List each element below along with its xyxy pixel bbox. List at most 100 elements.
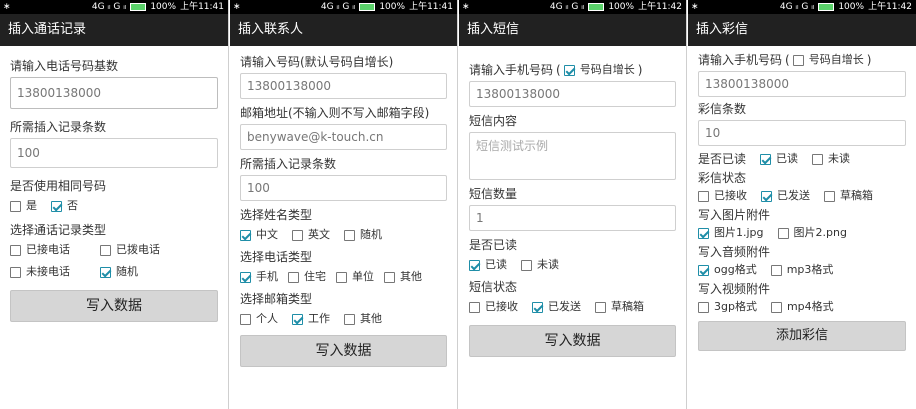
same-yes-checkbox[interactable]: 是 — [10, 198, 37, 214]
name-en-checkbox[interactable]: 英文 — [292, 227, 330, 243]
write-data-button[interactable]: 写入数据 — [469, 325, 676, 357]
checkbox-label: 已拨电话 — [116, 243, 160, 256]
email-input[interactable]: benywave@k-touch.cn — [240, 124, 447, 150]
count-input[interactable]: 100 — [240, 175, 447, 201]
state-received-checkbox[interactable]: 已接收 — [698, 188, 747, 204]
checkbox-icon — [521, 259, 532, 271]
name-random-checkbox[interactable]: 随机 — [344, 227, 382, 243]
checkbox-icon — [698, 190, 709, 202]
checkbox-label: 随机 — [360, 228, 382, 241]
signal-icon: 4G ᵢₗ G ᵢₗ — [779, 2, 815, 12]
checkbox-icon — [100, 244, 111, 256]
paren-close: ) — [637, 63, 643, 77]
type-missed-checkbox[interactable]: 未接电话 — [10, 264, 86, 280]
checkbox-checked-icon — [51, 200, 62, 212]
email-work-checkbox[interactable]: 工作 — [292, 311, 330, 327]
phone-input[interactable]: 13800138000 — [240, 73, 447, 99]
state-received-checkbox[interactable]: 已接收 — [469, 299, 518, 315]
video-mp4-checkbox[interactable]: mp4格式 — [770, 299, 834, 315]
audio-ogg-checkbox[interactable]: ogg格式 — [698, 262, 757, 278]
paren-open: ( — [785, 53, 790, 67]
phone-input[interactable]: 13800138000 — [469, 81, 676, 107]
checkbox-checked-icon — [532, 301, 543, 313]
count-label: 所需插入记录条数 — [10, 120, 107, 134]
phone-work-checkbox[interactable]: 单位 — [336, 269, 374, 285]
checkbox-label: 已读 — [776, 152, 799, 165]
checkbox-label: 否 — [67, 199, 78, 212]
audio-label: 写入音频附件 — [698, 245, 771, 259]
state-label: 短信状态 — [469, 280, 518, 294]
checkbox-checked-icon — [240, 229, 251, 241]
read-no-checkbox[interactable]: 未读 — [521, 257, 559, 273]
state-draft-checkbox[interactable]: 草稿箱 — [824, 188, 873, 204]
read-no-checkbox[interactable]: 未读 — [812, 151, 850, 167]
checkbox-checked-icon — [761, 190, 772, 202]
audio-mp3-checkbox[interactable]: mp3格式 — [770, 262, 834, 278]
clock: 上午11:41 — [180, 2, 224, 12]
image-1-checkbox[interactable]: 图片1.jpg — [698, 225, 764, 241]
battery-level: 100% — [838, 2, 865, 12]
page-title: 插入联系人 — [230, 14, 457, 46]
same-no-checkbox[interactable]: 否 — [51, 198, 78, 214]
battery-icon — [359, 3, 376, 11]
read-yes-checkbox[interactable]: 已读 — [760, 151, 798, 167]
add-mms-button[interactable]: 添加彩信 — [698, 321, 906, 351]
checkbox-label: 手机 — [256, 270, 278, 283]
video-3gp-checkbox[interactable]: 3gp格式 — [698, 299, 757, 315]
checkbox-label: 住宅 — [304, 270, 326, 283]
paren-close: ) — [866, 53, 872, 67]
type-random-checkbox[interactable]: 随机 — [100, 264, 138, 280]
checkbox-label: 未读 — [828, 152, 851, 165]
phone-type-label: 选择电话类型 — [240, 250, 313, 264]
checkbox-checked-icon — [100, 266, 111, 278]
state-draft-checkbox[interactable]: 草稿箱 — [595, 299, 644, 315]
type-received-checkbox[interactable]: 已接电话 — [10, 242, 86, 258]
name-cn-checkbox[interactable]: 中文 — [240, 227, 278, 243]
clock: 上午11:42 — [638, 2, 682, 12]
checkbox-label: 已接收 — [485, 300, 518, 313]
email-personal-checkbox[interactable]: 个人 — [240, 311, 278, 327]
checkbox-icon — [344, 313, 355, 325]
email-type-label: 选择邮箱类型 — [240, 292, 313, 306]
write-data-button[interactable]: 写入数据 — [240, 335, 447, 367]
phone-other-checkbox[interactable]: 其他 — [384, 269, 422, 285]
status-bar: ∗ 4G ᵢₗ G ᵢₗ 100% 上午11:42 — [688, 0, 916, 14]
battery-icon — [818, 3, 835, 11]
checkbox-label: 个人 — [256, 312, 278, 325]
clock: 上午11:41 — [409, 2, 453, 12]
email-label: 邮箱地址(不输入则不写入邮箱字段) — [240, 106, 430, 120]
count-input[interactable]: 100 — [10, 138, 218, 168]
auto-increment-checkbox[interactable]: 号码自增长 — [792, 52, 864, 68]
base-number-input[interactable]: 13800138000 — [10, 77, 218, 109]
checkbox-icon — [292, 229, 303, 241]
base-number-label: 请输入电话号码基数 — [10, 59, 119, 73]
write-data-button[interactable]: 写入数据 — [10, 290, 218, 322]
phone-home-checkbox[interactable]: 住宅 — [288, 269, 326, 285]
image-2-checkbox[interactable]: 图片2.png — [777, 225, 847, 241]
checkbox-checked-icon — [760, 153, 772, 165]
checkbox-icon — [10, 266, 21, 278]
phone-input[interactable]: 13800138000 — [698, 71, 906, 97]
checkbox-label: 单位 — [352, 270, 374, 283]
state-sent-checkbox[interactable]: 已发送 — [532, 299, 581, 315]
count-input[interactable]: 1 — [469, 205, 676, 231]
bluetooth-icon: ∗ — [233, 2, 241, 12]
phone-mobile-checkbox[interactable]: 手机 — [240, 269, 278, 285]
signal-icon: 4G ᵢₗ G ᵢₗ — [320, 2, 356, 12]
same-number-label: 是否使用相同号码 — [10, 179, 107, 193]
checkbox-checked-icon — [469, 259, 480, 271]
status-bar: ∗ 4G ᵢₗ G ᵢₗ 100% 上午11:41 — [0, 0, 228, 14]
read-yes-checkbox[interactable]: 已读 — [469, 257, 507, 273]
page-title: 插入短信 — [459, 14, 686, 46]
count-input[interactable]: 10 — [698, 120, 906, 146]
auto-increment-checkbox[interactable]: 号码自增长 — [563, 62, 635, 78]
type-dialed-checkbox[interactable]: 已拨电话 — [100, 242, 160, 258]
email-other-checkbox[interactable]: 其他 — [344, 311, 382, 327]
checkbox-label: 工作 — [308, 312, 330, 325]
checkbox-label: mp3格式 — [786, 263, 834, 276]
checkbox-label: 图片2.png — [793, 226, 847, 239]
count-label: 所需插入记录条数 — [240, 157, 337, 171]
content-textarea[interactable]: 短信测试示例 — [469, 132, 676, 180]
checkbox-label: 图片1.jpg — [714, 226, 764, 239]
state-sent-checkbox[interactable]: 已发送 — [761, 188, 810, 204]
